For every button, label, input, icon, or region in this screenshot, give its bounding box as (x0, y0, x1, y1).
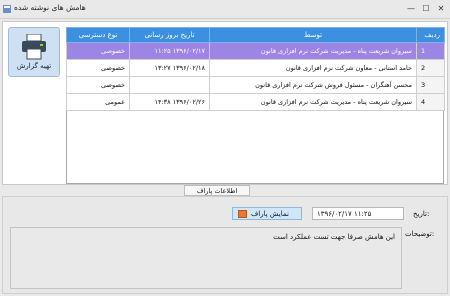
app-icon (3, 5, 11, 13)
cell-by: محسن آهنگران - مسئول فروش شرکت نرم افزار… (209, 76, 417, 94)
attachment-icon (238, 210, 247, 218)
table-header-row: ردیف توسط تاریخ بروز رسانی نوع دسترسی (66, 27, 445, 43)
column-header-row-number[interactable]: ردیف (416, 27, 445, 43)
cell-update-date: ۱۳۹۶/۰۲/۱۷ ۱۱:۲۵ (129, 42, 210, 60)
date-field[interactable]: ۱۳۹۶/۰۲/۱۷ ۱۱:۲۵ (312, 207, 404, 220)
printer-icon (22, 34, 46, 60)
table-row[interactable]: 2 حامد استانی - معاون شرکت نرم افزاری قا… (66, 59, 445, 77)
cell-row-number: 3 (416, 76, 445, 94)
cell-access-type: خصوصی (66, 42, 130, 60)
cell-access-type: عمومی (66, 93, 130, 111)
cell-by: سیروان شریعت پناه - مدیریت شرکت نرم افزا… (209, 42, 417, 60)
window-title: هامش های نوشته شده (14, 3, 86, 12)
description-label: توضیحات: (405, 230, 435, 238)
column-header-access-type[interactable]: نوع دسترسی (66, 27, 130, 43)
cell-access-type: خصوصی (66, 76, 130, 94)
create-report-label: تهیه گزارش (16, 62, 52, 70)
description-field[interactable]: این هامش صرفا جهت تست عملکرد است (10, 227, 402, 289)
cell-update-date: ۱۳۹۶/۰۲/۱۸ ۱۳:۲۷ (129, 59, 210, 77)
cell-by: حامد استانی - معاون شرکت نرم افزاری قانو… (209, 59, 417, 77)
cell-row-number: 1 (416, 42, 445, 60)
show-attachment-button[interactable]: نمایش پاراف (232, 207, 302, 220)
maximize-button[interactable]: ☐ (419, 2, 433, 15)
table-row[interactable]: 3 محسن آهنگران - مسئول فروش شرکت نرم افز… (66, 76, 445, 94)
create-report-button[interactable]: تهیه گزارش (8, 27, 60, 77)
tab-details[interactable]: اطلاعات پاراف (184, 185, 250, 196)
cell-row-number: 2 (416, 59, 445, 77)
table-row[interactable]: 4 سیروان شریعت پناه - مدیریت شرکت نرم اف… (66, 93, 445, 111)
cell-update-date: ۱۳۹۶/۰۲/۲۶ ۱۴:۳۸ (129, 93, 210, 111)
date-label: تاریخ: (413, 210, 430, 218)
cell-by: سیروان شریعت پناه - مدیریت شرکت نرم افزا… (209, 93, 417, 111)
notes-grid: ردیف توسط تاریخ بروز رسانی نوع دسترسی 1 … (66, 27, 445, 184)
minimize-button[interactable]: — (404, 2, 418, 15)
column-header-update-date[interactable]: تاریخ بروز رسانی (129, 27, 210, 43)
show-attachment-label: نمایش پاراف (251, 210, 289, 218)
column-header-by[interactable]: توسط (209, 27, 417, 43)
cell-update-date (129, 76, 210, 94)
table-row[interactable]: 1 سیروان شریعت پناه - مدیریت شرکت نرم اف… (66, 42, 445, 60)
description-text: این هامش صرفا جهت تست عملکرد است (273, 233, 395, 241)
notes-table: ردیف توسط تاریخ بروز رسانی نوع دسترسی 1 … (66, 27, 445, 111)
cell-row-number: 4 (416, 93, 445, 111)
close-button[interactable]: ✕ (434, 2, 448, 15)
cell-access-type: خصوصی (66, 59, 130, 77)
title-bar: هامش های نوشته شده — ☐ ✕ (0, 0, 450, 19)
